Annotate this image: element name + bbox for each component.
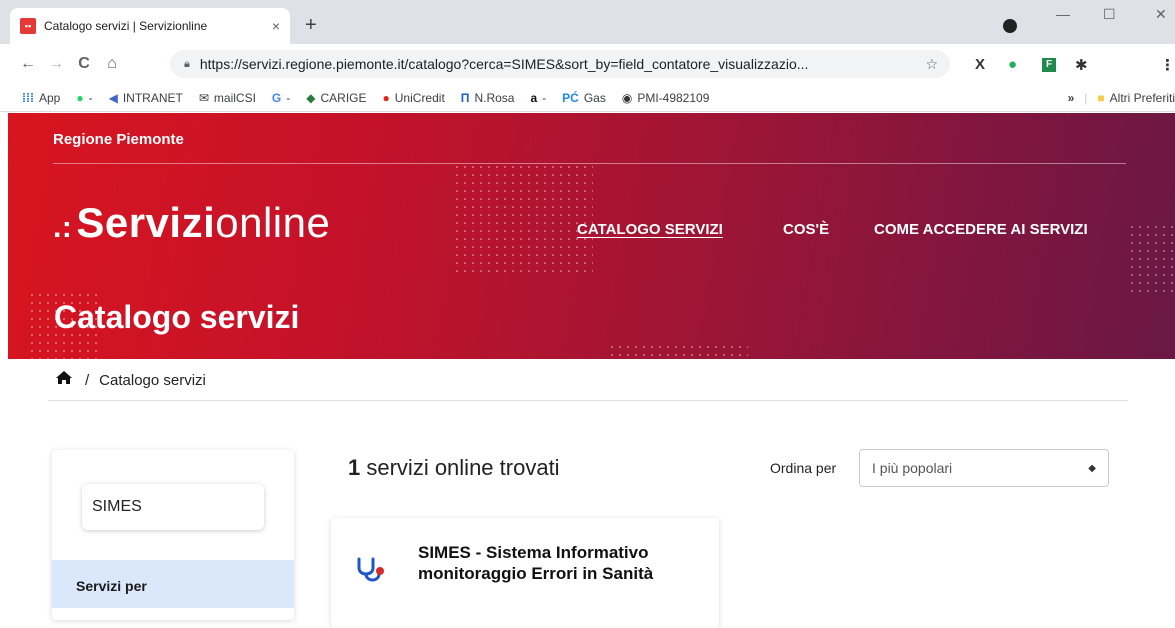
carige-icon: ◆ [306,90,316,105]
extension-grammarly-icon[interactable]: ● [1008,56,1017,73]
nav-cos-e[interactable]: COS'È [783,221,829,238]
bookmark-unicredit[interactable]: ● UniCredit [383,91,445,105]
sort-selected-value: I più popolari [872,460,953,476]
search-input[interactable] [82,484,264,530]
bookmark-nrosa[interactable]: Π N.Rosa [461,91,515,105]
dot-pattern [453,163,593,273]
select-arrows-icon: ◆ [1088,462,1096,474]
sort-label: Ordina per [770,460,837,476]
bookmark-carige[interactable]: ◆ CARIGE [306,91,366,105]
other-bookmarks-folder[interactable]: ■ Altri Preferiti [1097,91,1175,105]
extensions-puzzle-icon[interactable]: ✱ [1075,56,1088,74]
bookmark-star-icon[interactable]: ☆ [925,56,938,73]
browser-toolbar: ← → C ⌂ 🔒︎ https://servizi.regione.piemo… [0,44,1175,84]
apps-grid-icon: ⁞⁞⁞ [22,90,34,105]
sort-select[interactable]: I più popolari ◆ [859,449,1109,487]
window-close-icon[interactable]: ✕ [1155,6,1167,23]
service-card-title[interactable]: SIMES - Sistema Informativo monitoraggio… [418,542,698,584]
google-icon: G [271,90,282,105]
home-icon[interactable]: ⌂ [98,55,126,73]
browser-tab[interactable]: ▪▪ Catalogo servizi | Servizionline × [10,8,290,44]
url-text: https://servizi.regione.piemonte.it/cata… [199,56,809,72]
stethoscope-icon [353,556,389,591]
results-count: 1 servizi online trovati [348,455,560,480]
profile-icon[interactable] [1003,19,1017,33]
menu-kebab-icon[interactable]: ⋮ [1160,56,1175,74]
bookmark-google[interactable]: G- [272,91,290,105]
folder-icon: ■ [1097,90,1105,105]
maximize-icon[interactable]: ☐ [1103,6,1116,23]
bookmarks-divider: | [1084,90,1088,105]
page-title: Catalogo servizi [54,299,300,335]
nrosa-icon: Π [460,90,470,105]
bookmark-gas[interactable]: PĆ Gas [562,91,606,105]
breadcrumb-separator: / [85,371,90,389]
home-icon[interactable] [55,370,73,390]
logo-dots-icon: .: [53,211,73,244]
tab-title: Catalogo servizi | Servizionline [44,19,208,33]
browser-tabstrip: ▪▪ Catalogo servizi | Servizionline × + … [0,0,1175,44]
breadcrumb-divider [48,400,1128,401]
site-favicon-icon: ▪▪ [20,18,36,34]
extension-x-icon[interactable]: X [975,56,985,73]
breadcrumb: / Catalogo servizi [55,370,206,390]
filter-servizi-per[interactable]: Servizi per [52,560,294,608]
nav-catalogo-servizi[interactable]: CATALOGO SERVIZI [577,221,723,238]
dot-pattern [1128,223,1175,293]
forward-icon[interactable]: → [42,55,70,73]
bookmarks-more-button[interactable]: » [1068,91,1075,105]
amazon-icon: a [530,90,538,105]
extension-green-icon[interactable]: F [1042,58,1056,72]
site-header: Regione Piemonte .:Servizionline CATALOG… [8,113,1175,359]
back-icon[interactable]: ← [14,55,42,73]
bookmark-intranet[interactable]: ◀ INTRANET [109,91,183,105]
filter-sidebar: Servizi per [52,450,294,620]
intranet-icon: ◀ [108,90,118,105]
gas-icon: PĆ [562,90,579,105]
lock-icon: 🔒︎ [184,57,190,70]
service-card[interactable]: SIMES - Sistema Informativo monitoraggio… [331,518,719,628]
new-tab-button[interactable]: + [305,14,317,37]
bookmarks-bar: ⁞⁞⁞ App ● - ◀ INTRANET ✉ mailCSI G- ◆ CARIGE … [0,84,1175,112]
mail-icon: ✉ [198,90,209,105]
breadcrumb-current: Catalogo servizi [99,371,206,389]
bookmark-pmi[interactable]: ◉ PMI-4982109 [622,91,710,105]
bookmark-amazon[interactable]: a- [530,91,546,105]
reload-icon[interactable]: C [70,55,98,73]
region-name[interactable]: Regione Piemonte [53,131,184,148]
tab-close-icon[interactable]: × [272,18,280,34]
globe-icon: ◉ [621,90,633,105]
nav-come-accedere[interactable]: COME ACCEDERE AI SERVIZI [874,221,1088,238]
header-divider [53,163,1126,164]
dot-pattern [608,343,748,359]
minimize-icon[interactable]: — [1056,6,1070,22]
bookmark-whatsapp[interactable]: ● - [76,91,92,105]
bookmark-mailcsi[interactable]: ✉ mailCSI [199,91,256,105]
bookmark-apps[interactable]: ⁞⁞⁞ App [22,91,60,105]
unicredit-icon: ● [382,90,390,105]
site-logo[interactable]: .:Servizionline [53,199,330,247]
address-bar[interactable]: 🔒︎ https://servizi.regione.piemonte.it/c… [170,50,950,78]
whatsapp-icon: ● [76,90,84,105]
